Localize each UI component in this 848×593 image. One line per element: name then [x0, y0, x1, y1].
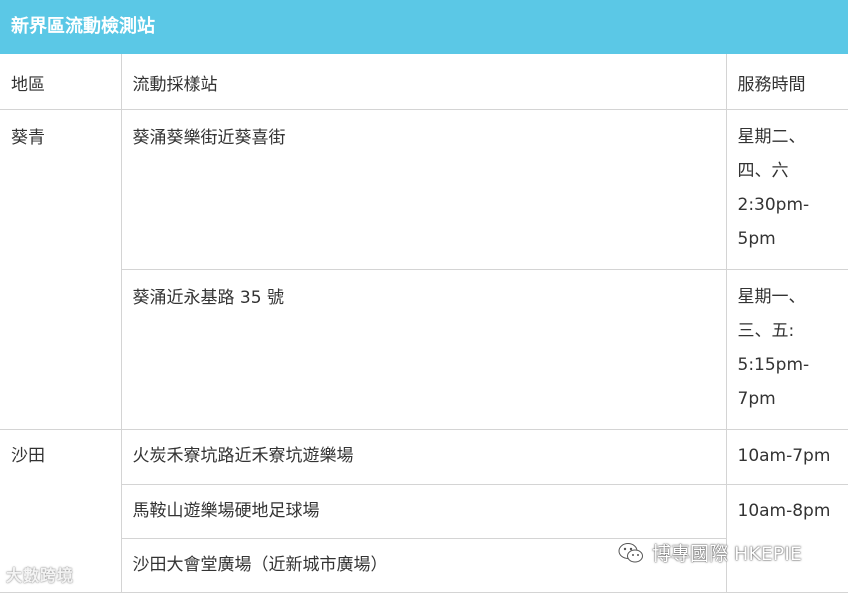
hours-line: 星期一、	[737, 286, 806, 307]
table-row: 沙田 火炭禾寮坑路近禾寮坑遊樂場 10am-7pm	[0, 428, 848, 593]
hours-cell: 星期一、 三、五: 5:15pm- 7pm	[725, 268, 848, 430]
header-station: 流動採樣站	[120, 54, 727, 110]
hours-line: 三、五:	[737, 320, 795, 341]
hours-cell: 10am-8pm	[725, 483, 848, 593]
hours-cell: 星期二、 四、六 2:30pm- 5pm	[725, 108, 848, 270]
hours-line: 2:30pm-	[737, 194, 810, 215]
watermark-right: 博專國際 HKEPIE	[618, 539, 802, 566]
hours-cell: 10am-7pm	[725, 428, 848, 485]
header-hours: 服務時間	[725, 54, 848, 110]
hours-line: 7pm	[737, 388, 776, 409]
table-row: 葵涌近永基路 35 號 星期一、 三、五: 5:15pm- 7pm	[0, 268, 848, 430]
wechat-icon	[618, 542, 643, 562]
station-table: 地區 流動採樣站 服務時間 葵青 葵涌葵樂街近葵喜街 星期二、 四、六 2:30…	[0, 54, 848, 593]
station-cell: 葵涌近永基路 35 號	[121, 268, 727, 430]
header-district: 地區	[0, 54, 122, 110]
table-row: 葵青 葵涌葵樂街近葵喜街 星期二、 四、六 2:30pm- 5pm	[0, 108, 848, 430]
watermark-right-text: 博專國際 HKEPIE	[652, 543, 802, 565]
page-title: 新界區流動檢測站	[0, 0, 848, 54]
station-cell: 馬鞍山遊樂場硬地足球場	[121, 483, 727, 539]
station-cell: 火炭禾寮坑路近禾寮坑遊樂場	[120, 428, 727, 485]
table-header-row: 地區 流動採樣站 服務時間	[0, 54, 848, 110]
district-cell: 葵青	[0, 108, 122, 430]
station-cell: 葵涌葵樂街近葵喜街	[120, 108, 727, 270]
watermark-left: 大數跨境	[6, 566, 75, 585]
hours-line: 星期二、	[737, 126, 806, 147]
hours-line: 5pm	[737, 228, 776, 249]
hours-line: 5:15pm-	[737, 354, 810, 375]
hours-line: 四、六	[737, 160, 789, 181]
table-row: 馬鞍山遊樂場硬地足球場 10am-8pm	[0, 483, 848, 593]
